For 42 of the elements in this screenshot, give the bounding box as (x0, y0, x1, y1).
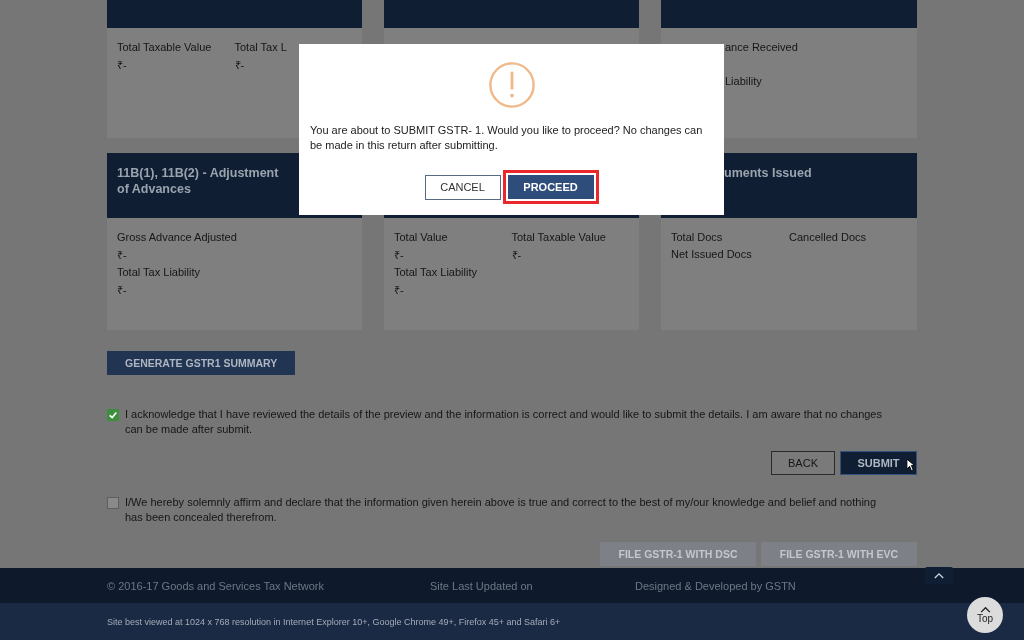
card-title: uments Issued (724, 165, 812, 181)
dialog-message: You are about to SUBMIT GSTR- 1. Would you like to proceed? No changes can be made in this return after submitting. (310, 123, 704, 153)
checkbox[interactable] (107, 409, 119, 421)
field-value: ₹- (117, 248, 127, 263)
field-label: Total Docs (671, 230, 723, 245)
field-label: Total Tax Liability (117, 265, 200, 280)
field-value: ₹- (394, 283, 404, 298)
chevron-up-icon (934, 572, 944, 579)
field-value: ₹- (117, 283, 127, 298)
field-label: Total Tax Liability (394, 265, 477, 280)
field-label: ance Received (725, 40, 798, 55)
declaration-text: I/We hereby solemnly affirm and declare that the information given herein above is true and correct to the best of my/our knowledge and belief and nothing has been concealed therefrom. (125, 495, 878, 525)
copyright-text: © 2016-17 Goods and Services Tax Network (107, 579, 325, 592)
field-value: ₹- (394, 248, 404, 263)
field-value: ₹- (117, 58, 127, 73)
browser-support-text: Site best viewed at 1024 x 768 resolution in Internet Explorer 10+, Google Chrome 49+, Firefox 45+ and Safari 6+ (107, 616, 561, 627)
field-label: Cancelled Docs (789, 230, 867, 245)
submit-button[interactable]: SUBMIT (840, 451, 917, 475)
cancel-button[interactable]: CANCEL (424, 174, 501, 200)
generate-summary-button[interactable]: GENERATE GSTR1 SUMMARY (107, 351, 296, 375)
card-title: 11B(1), 11B(2) - Adjustment (117, 165, 279, 181)
field-label: Total Value (394, 230, 448, 245)
field-label: Net Issued Docs (671, 247, 752, 262)
acknowledgement-text: I acknowledge that I have reviewed the details of the preview and the information is correct and would like to submit the details. I am aware that no changes can be made after submit. (125, 407, 883, 437)
field-value: ₹- (234, 58, 245, 73)
field-value: ₹- (511, 248, 522, 263)
warning-icon (487, 61, 536, 109)
mouse-pointer-icon (906, 458, 915, 472)
chevron-up-icon (979, 606, 991, 613)
checkbox[interactable] (107, 497, 119, 509)
back-button[interactable]: BACK (771, 451, 835, 475)
last-updated-text: Site Last Updated on (430, 579, 534, 592)
developer-credit-text: Designed & Developed by GSTN (635, 579, 796, 592)
field-label: Total Taxable Value (511, 230, 606, 245)
back-to-top-button[interactable]: Top (967, 597, 1003, 633)
proceed-button[interactable]: PROCEED (507, 175, 594, 199)
field-label: Gross Advance Adjusted (117, 230, 237, 245)
scroll-up-tab[interactable] (925, 567, 953, 584)
field-label: Liability (725, 74, 762, 89)
card-title: of Advances (117, 181, 191, 197)
field-label: Total Tax L (234, 40, 287, 55)
field-label: Total Taxable Value (117, 40, 212, 55)
